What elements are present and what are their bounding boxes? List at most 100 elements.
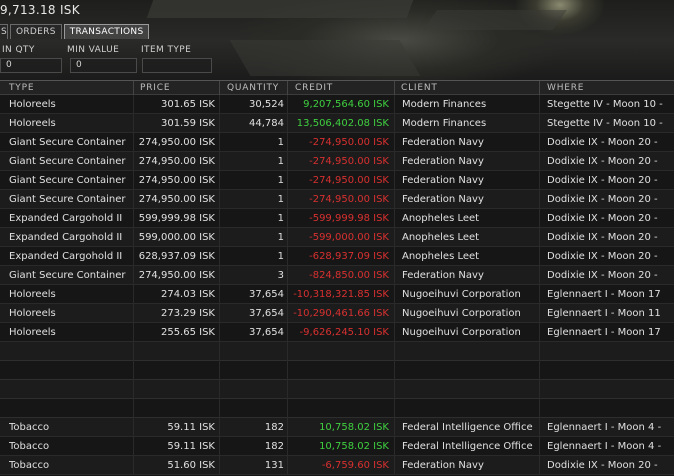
cell-divider bbox=[394, 152, 395, 171]
tab-orders[interactable]: ORDERS bbox=[10, 24, 62, 39]
cell-divider bbox=[539, 114, 540, 133]
table-row[interactable]: Tobacco 59.11 ISK 182 10,758.02 ISK Federal … bbox=[0, 437, 674, 456]
empty-row bbox=[0, 399, 674, 418]
cell-divider bbox=[219, 456, 220, 475]
cell-qty: 182 bbox=[264, 441, 284, 452]
column-divider[interactable] bbox=[287, 81, 288, 96]
cell-where: Dodixie IX - Moon 20 - bbox=[547, 156, 658, 167]
column-divider[interactable] bbox=[394, 81, 395, 96]
cell-credit: 10,758.02 ISK bbox=[319, 441, 389, 452]
table-row[interactable]: Expanded Cargohold II 599,000.00 ISK 1 -599… bbox=[0, 228, 674, 247]
column-header-client[interactable]: CLIENT bbox=[401, 83, 438, 93]
cell-divider bbox=[287, 418, 288, 437]
table-row[interactable]: Holoreels 301.65 ISK 30,524 9,207,564.60 IS… bbox=[0, 95, 674, 114]
table-row[interactable]: Holoreels 273.29 ISK 37,654 -10,290,461.66 … bbox=[0, 304, 674, 323]
cell-divider bbox=[219, 437, 220, 456]
cell-divider bbox=[287, 304, 288, 323]
min-value-input[interactable]: 0 bbox=[70, 58, 137, 73]
table-row[interactable]: Tobacco 51.60 ISK 131 -6,759.60 ISK Federati… bbox=[0, 456, 674, 475]
cell-divider bbox=[133, 418, 134, 437]
transactions-table: TYPE PRICE QUANTITY CREDIT CLIENT WHERE … bbox=[0, 80, 674, 476]
cell-qty: 1 bbox=[277, 137, 284, 148]
cell-qty: 1 bbox=[277, 251, 284, 262]
item-type-input[interactable] bbox=[142, 58, 212, 73]
table-row[interactable]: Giant Secure Container 274,950.00 ISK 1 -27… bbox=[0, 152, 674, 171]
cell-divider bbox=[539, 418, 540, 437]
cell-divider bbox=[287, 228, 288, 247]
cell-price: 59.11 ISK bbox=[167, 441, 215, 452]
cell-type: Giant Secure Container bbox=[9, 270, 126, 281]
cell-divider bbox=[539, 456, 540, 475]
column-header-quantity[interactable]: QUANTITY bbox=[227, 83, 279, 93]
cell-client: Federation Navy bbox=[402, 270, 484, 281]
cell-divider bbox=[219, 95, 220, 114]
cell-qty: 1 bbox=[277, 213, 284, 224]
column-divider[interactable] bbox=[133, 81, 134, 96]
item-type-label: ITEM TYPE bbox=[141, 45, 192, 55]
cell-divider bbox=[133, 190, 134, 209]
cell-client: Modern Finances bbox=[402, 118, 487, 129]
cell-credit: -628,937.09 ISK bbox=[309, 251, 389, 262]
cell-type: Giant Secure Container bbox=[9, 156, 126, 167]
table-row[interactable]: Holoreels 274.03 ISK 37,654 -10,318,321.85 … bbox=[0, 285, 674, 304]
table-row[interactable]: Giant Secure Container 274,950.00 ISK 1 -27… bbox=[0, 190, 674, 209]
table-row[interactable]: Giant Secure Container 274,950.00 ISK 3 -82… bbox=[0, 266, 674, 285]
cell-client: Anopheles Leet bbox=[402, 251, 480, 262]
cell-price: 274,950.00 ISK bbox=[138, 194, 215, 205]
cell-divider bbox=[287, 361, 288, 380]
cell-client: Federation Navy bbox=[402, 175, 484, 186]
column-header-type[interactable]: TYPE bbox=[9, 83, 34, 93]
cell-divider bbox=[287, 437, 288, 456]
cell-divider bbox=[133, 133, 134, 152]
cell-client: Nugoeihuvi Corporation bbox=[402, 308, 521, 319]
cell-divider bbox=[287, 456, 288, 475]
cell-where: Dodixie IX - Moon 20 - bbox=[547, 251, 658, 262]
tab-partial[interactable]: S bbox=[0, 24, 8, 39]
column-divider[interactable] bbox=[539, 81, 540, 96]
cell-divider bbox=[394, 323, 395, 342]
table-row[interactable]: Giant Secure Container 274,950.00 ISK 1 -27… bbox=[0, 171, 674, 190]
tab-transactions[interactable]: TRANSACTIONS bbox=[63, 24, 150, 39]
cell-divider bbox=[133, 342, 134, 361]
table-header: TYPE PRICE QUANTITY CREDIT CLIENT WHERE bbox=[0, 80, 674, 96]
cell-type: Giant Secure Container bbox=[9, 175, 126, 186]
column-divider[interactable] bbox=[219, 81, 220, 96]
cell-divider bbox=[539, 228, 540, 247]
cell-divider bbox=[133, 171, 134, 190]
cell-divider bbox=[394, 266, 395, 285]
column-header-where[interactable]: WHERE bbox=[547, 83, 584, 93]
cell-qty: 1 bbox=[277, 156, 284, 167]
cell-credit: -599,000.00 ISK bbox=[309, 232, 389, 243]
min-qty-input[interactable]: 0 bbox=[0, 58, 62, 73]
empty-row bbox=[0, 380, 674, 399]
cell-divider bbox=[539, 95, 540, 114]
cell-divider bbox=[133, 380, 134, 399]
column-header-credit[interactable]: CREDIT bbox=[295, 83, 333, 93]
cell-divider bbox=[133, 456, 134, 475]
cell-divider bbox=[287, 190, 288, 209]
table-row[interactable]: Tobacco 59.11 ISK 182 10,758.02 ISK Federal … bbox=[0, 418, 674, 437]
cell-divider bbox=[539, 171, 540, 190]
cell-divider bbox=[219, 323, 220, 342]
table-row[interactable]: Expanded Cargohold II 599,999.98 ISK 1 -599… bbox=[0, 209, 674, 228]
cell-divider bbox=[133, 266, 134, 285]
table-row[interactable]: Holoreels 255.65 ISK 37,654 -9,626,245.10 I… bbox=[0, 323, 674, 342]
cell-credit: -6,759.60 ISK bbox=[321, 460, 389, 471]
cell-qty: 1 bbox=[277, 175, 284, 186]
min-qty-label: IN QTY bbox=[2, 45, 35, 55]
cell-price: 301.59 ISK bbox=[160, 118, 215, 129]
cell-client: Federal Intelligence Office bbox=[402, 441, 533, 452]
column-header-price[interactable]: PRICE bbox=[140, 83, 170, 93]
table-row[interactable]: Holoreels 301.59 ISK 44,784 13,506,402.08 I… bbox=[0, 114, 674, 133]
table-row[interactable]: Giant Secure Container 274,950.00 ISK 1 -27… bbox=[0, 133, 674, 152]
cell-divider bbox=[133, 114, 134, 133]
cell-where: Dodixie IX - Moon 20 - bbox=[547, 460, 658, 471]
cell-divider bbox=[219, 228, 220, 247]
cell-divider bbox=[287, 266, 288, 285]
cell-divider bbox=[287, 209, 288, 228]
cell-type: Expanded Cargohold II bbox=[9, 232, 123, 243]
cell-divider bbox=[394, 437, 395, 456]
cell-price: 274,950.00 ISK bbox=[138, 270, 215, 281]
table-row[interactable]: Expanded Cargohold II 628,937.09 ISK 1 -628… bbox=[0, 247, 674, 266]
cell-divider bbox=[539, 380, 540, 399]
